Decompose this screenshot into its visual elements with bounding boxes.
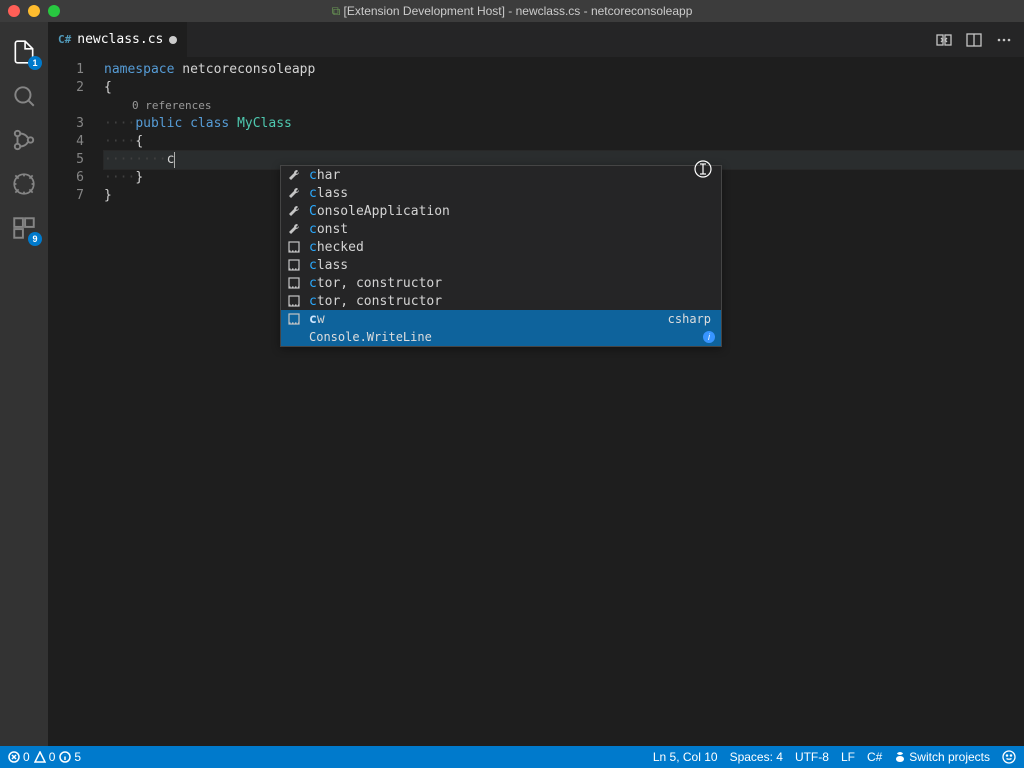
tab-label: newclass.cs <box>77 32 163 47</box>
more-actions-icon[interactable] <box>996 32 1012 48</box>
status-cursor-position[interactable]: Ln 5, Col 10 <box>653 750 718 764</box>
status-bar: 0 0 5 Ln 5, Col 10 Spaces: 4 UTF-8 LF C#… <box>0 746 1024 768</box>
search-icon[interactable] <box>0 74 48 118</box>
snippet-icon <box>287 276 301 290</box>
suggest-item[interactable]: ctor, constructor <box>281 292 721 310</box>
suggest-item[interactable]: class <box>281 256 721 274</box>
dirty-indicator-icon <box>169 36 177 44</box>
codelens-references[interactable]: 0 references <box>104 97 1024 115</box>
close-window-button[interactable] <box>8 5 20 17</box>
editor-area: C# newclass.cs 1 2 3 <box>48 22 1024 746</box>
wrench-icon <box>287 168 301 182</box>
suggest-item[interactable]: cwcsharp <box>281 310 721 328</box>
text-cursor-icon <box>174 152 175 168</box>
suggest-item[interactable]: ConsoleApplication <box>281 202 721 220</box>
split-editor-icon[interactable] <box>966 32 982 48</box>
tab-newclass[interactable]: C# newclass.cs <box>48 22 187 57</box>
window-title: ⧉ [Extension Development Host] - newclas… <box>0 4 1024 19</box>
status-feedback-icon[interactable] <box>1002 750 1016 764</box>
status-info[interactable]: 5 <box>59 750 81 764</box>
status-switch-projects[interactable]: Switch projects <box>894 750 990 764</box>
debug-icon[interactable] <box>0 162 48 206</box>
suggest-item[interactable]: checked <box>281 238 721 256</box>
window-controls <box>8 5 60 17</box>
wrench-icon <box>287 186 301 200</box>
suggest-item[interactable]: const <box>281 220 721 238</box>
wrench-icon <box>287 204 301 218</box>
compare-changes-icon[interactable] <box>936 32 952 48</box>
snippet-icon <box>287 258 301 272</box>
maximize-window-button[interactable] <box>48 5 60 17</box>
extensions-icon[interactable]: 9 <box>0 206 48 250</box>
suggest-item[interactable]: ctor, constructor <box>281 274 721 292</box>
suggest-item[interactable]: class <box>281 184 721 202</box>
status-encoding[interactable]: UTF-8 <box>795 750 829 764</box>
status-errors[interactable]: 0 <box>8 750 30 764</box>
explorer-badge: 1 <box>28 56 42 70</box>
activity-bar: 1 9 <box>0 22 48 746</box>
status-eol[interactable]: LF <box>841 750 855 764</box>
status-indentation[interactable]: Spaces: 4 <box>730 750 783 764</box>
minimize-window-button[interactable] <box>28 5 40 17</box>
suggest-widget[interactable]: charclassConsoleApplicationconstcheckedc… <box>280 165 722 347</box>
code-editor[interactable]: 1 2 3 4 5 6 7 namespace netcoreconsoleap… <box>48 57 1024 746</box>
suggest-item[interactable]: char <box>281 166 721 184</box>
editor-tabs: C# newclass.cs <box>48 22 1024 57</box>
info-icon[interactable]: i <box>703 331 715 343</box>
snippet-icon <box>287 294 301 308</box>
status-language[interactable]: C# <box>867 750 882 764</box>
snippet-icon <box>287 312 301 326</box>
vscode-icon: ⧉ <box>332 4 341 18</box>
source-control-icon[interactable] <box>0 118 48 162</box>
snippet-icon <box>287 240 301 254</box>
csharp-file-icon: C# <box>58 33 71 46</box>
explorer-icon[interactable]: 1 <box>0 30 48 74</box>
status-warnings[interactable]: 0 <box>34 750 56 764</box>
titlebar: ⧉ [Extension Development Host] - newclas… <box>0 0 1024 22</box>
suggest-detail: Console.WriteLinei <box>281 328 721 346</box>
extensions-badge: 9 <box>28 232 42 246</box>
line-gutter: 1 2 3 4 5 6 7 <box>48 57 104 746</box>
wrench-icon <box>287 222 301 236</box>
